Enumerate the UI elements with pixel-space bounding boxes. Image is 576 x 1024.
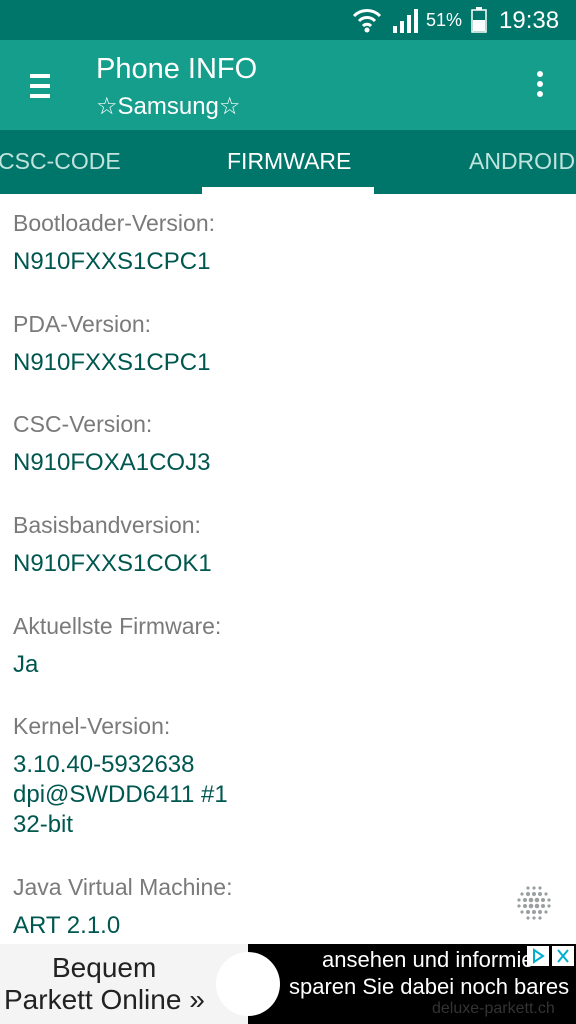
- field-label: CSC-Version:: [13, 411, 153, 437]
- status-bar: 51% 19:38: [0, 0, 576, 40]
- app-title: Phone INFO: [96, 53, 258, 85]
- ad-text-2: sparen Sie dabei noch bares: [289, 974, 570, 999]
- dots-grid-icon[interactable]: [516, 885, 552, 921]
- list-item-csc: CSC-Version: N910FOXA1COJ3: [13, 411, 210, 478]
- list-item-bootloader: Bootloader-Version: N910FXXS1CPC1: [13, 210, 215, 277]
- list-item-latest-firmware: Aktuellste Firmware: Ja: [13, 613, 221, 680]
- tab-firmware[interactable]: FIRMWARE: [227, 148, 351, 175]
- list-item-pda: PDA-Version: N910FXXS1CPC1: [13, 311, 210, 378]
- clock: 19:38: [499, 7, 560, 34]
- field-label: PDA-Version:: [13, 311, 152, 337]
- list-item-baseband: Basisbandversion: N910FXXS1COK1: [13, 512, 212, 579]
- field-value: N910FOXA1COJ3: [13, 449, 211, 476]
- list-item-jvm: Java Virtual Machine: ART 2.1.0: [13, 874, 232, 941]
- ad-left-panel[interactable]: Bequem Parkett Online »: [0, 944, 248, 1024]
- field-value: 3.10.40-5932638 dpi@SWDD6411 #1 32-bit: [13, 751, 228, 838]
- field-label: Kernel-Version:: [13, 713, 171, 739]
- tab-csc-code[interactable]: CSC-CODE: [0, 148, 121, 175]
- list-item-kernel: Kernel-Version: 3.10.40-5932638 dpi@SWDD…: [13, 713, 228, 840]
- ad-domain: deluxe-parkett.ch: [432, 1000, 555, 1017]
- battery-percent: 51%: [426, 10, 463, 30]
- field-label: Basisbandversion:: [13, 512, 201, 538]
- field-value: N910FXXS1CPC1: [13, 248, 211, 275]
- field-label: Bootloader-Version:: [13, 210, 216, 236]
- ad-image: [216, 952, 280, 1016]
- field-label: Java Virtual Machine:: [13, 874, 233, 900]
- app-bar: Phone INFO ☆Samsung☆: [0, 40, 576, 130]
- ad-choices-icon[interactable]: [527, 946, 549, 966]
- wifi-icon: [352, 6, 382, 39]
- tab-android[interactable]: ANDROID: [469, 148, 575, 175]
- signal-icon: [392, 8, 420, 39]
- field-label: Aktuellste Firmware:: [13, 613, 222, 639]
- field-value: N910FXXS1COK1: [13, 550, 212, 577]
- ad-text-1: ansehen und informie: [322, 947, 534, 972]
- tab-indicator: [202, 187, 374, 194]
- ad-headline-1: Bequem: [52, 952, 157, 983]
- battery-icon: [471, 7, 487, 38]
- ad-headline-2: Parkett Online »: [4, 984, 205, 1015]
- app-subtitle: ☆Samsung☆: [96, 93, 241, 120]
- firmware-list[interactable]: Bootloader-Version: N910FXXS1CPC1 PDA-Ve…: [0, 194, 576, 944]
- overflow-menu-icon[interactable]: [534, 71, 546, 103]
- menu-icon[interactable]: [30, 74, 50, 98]
- field-value: Ja: [13, 651, 39, 678]
- field-value: N910FXXS1CPC1: [13, 349, 211, 376]
- close-icon[interactable]: [552, 946, 574, 966]
- field-value: ART 2.1.0: [13, 912, 121, 939]
- ad-banner[interactable]: Bequem Parkett Online » ansehen und info…: [0, 944, 576, 1024]
- tab-bar: CSC-CODE FIRMWARE ANDROID: [0, 130, 576, 194]
